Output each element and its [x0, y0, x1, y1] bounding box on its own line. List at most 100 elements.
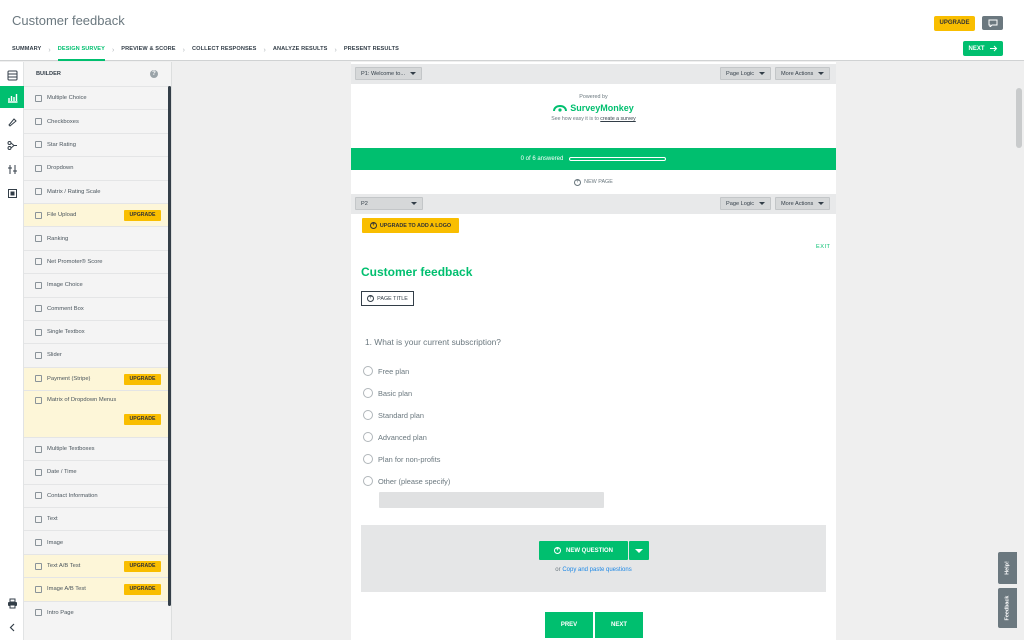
builder-item-label: Contact Information	[47, 492, 98, 499]
rail-print[interactable]	[0, 592, 24, 614]
builder-item[interactable]: Ranking	[24, 226, 171, 250]
radio-button[interactable]	[363, 410, 373, 420]
answer-option[interactable]: Plan for non-profits	[363, 453, 440, 465]
builder-item[interactable]: Intro Page	[24, 600, 171, 624]
tab-preview-score[interactable]: PREVIEW & SCORE	[121, 40, 175, 61]
copy-paste-link[interactable]: Copy and paste questions	[562, 567, 631, 573]
page2-selector-label: P2	[361, 200, 368, 207]
help-icon[interactable]: ?	[150, 70, 158, 78]
upgrade-badge[interactable]: UPGRADE	[124, 209, 161, 221]
question-type-icon	[35, 258, 42, 266]
new-question-button[interactable]: + NEW QUESTION	[539, 541, 628, 560]
other-specify-input[interactable]	[379, 492, 604, 508]
top-header: Customer feedback UPGRADE	[0, 0, 1024, 40]
question-type-icon	[35, 94, 42, 102]
chat-icon	[988, 19, 997, 27]
new-question-dropdown[interactable]	[629, 541, 649, 560]
radio-button[interactable]	[363, 476, 373, 486]
option-label: Basic plan	[378, 388, 413, 398]
page2-more-actions-button[interactable]: More Actions	[775, 197, 831, 210]
builder-item[interactable]: Dropdown	[24, 156, 171, 180]
exit-link[interactable]: EXIT	[816, 244, 830, 250]
survey-icon	[7, 70, 17, 80]
builder-item[interactable]: Star Rating	[24, 132, 171, 157]
rail-collapse[interactable]	[0, 616, 24, 638]
builder-item-label: Ranking	[47, 235, 69, 242]
rail-builder[interactable]	[0, 86, 24, 108]
builder-item[interactable]: Single Textbox	[24, 319, 171, 344]
page-scrollbar[interactable]	[1016, 88, 1022, 148]
help-tab-label: Help!	[1004, 561, 1011, 575]
builder-item[interactable]: Text	[24, 507, 171, 531]
builder-item[interactable]: Comment Box	[24, 296, 171, 320]
tab-collect-responses[interactable]: COLLECT RESPONSES	[192, 40, 256, 61]
feedback-tab[interactable]: Feedback	[998, 588, 1017, 628]
answer-option[interactable]: Free plan	[363, 365, 409, 377]
upgrade-badge[interactable]: UPGRADE	[124, 584, 161, 596]
page2-logic-button[interactable]: Page Logic	[720, 197, 771, 210]
next-button[interactable]: NEXT	[595, 612, 643, 638]
builder-item-label: Date / Time	[47, 469, 77, 476]
question-text[interactable]: 1. What is your current subscription?	[365, 337, 501, 347]
answer-option[interactable]: Other (please specify)	[363, 475, 450, 487]
survey-heading[interactable]: Customer feedback	[361, 265, 472, 279]
help-tab[interactable]: Help!	[998, 552, 1017, 584]
upgrade-badge[interactable]: UPGRADE	[124, 414, 161, 426]
nav-separator: ›	[263, 46, 266, 54]
tab-analyze-results[interactable]: ANALYZE RESULTS	[273, 40, 328, 61]
builder-item[interactable]: File Upload UPGRADE	[24, 202, 171, 227]
page1-selector[interactable]: P1: Welcome to...	[355, 67, 423, 80]
builder-item[interactable]: Matrix / Rating Scale	[24, 179, 171, 203]
upgrade-button[interactable]: UPGRADE	[934, 16, 975, 31]
builder-item[interactable]: Slider	[24, 343, 171, 367]
answer-option[interactable]: Standard plan	[363, 409, 424, 421]
next-step-button[interactable]: NEXT	[963, 41, 1003, 56]
builder-item[interactable]: Text A/B Test UPGRADE	[24, 553, 171, 578]
upgrade-badge[interactable]: UPGRADE	[124, 373, 161, 385]
question-type-icon	[35, 585, 42, 593]
tab-design-survey[interactable]: DESIGN SURVEY	[57, 40, 105, 61]
page2-selector[interactable]: P2	[355, 197, 423, 210]
builder-item[interactable]: Net Promoter® Score	[24, 249, 171, 274]
builder-item[interactable]: Image A/B Test UPGRADE	[24, 577, 171, 601]
radio-button[interactable]	[363, 388, 373, 398]
radio-button[interactable]	[363, 432, 373, 442]
page-title-button[interactable]: + PAGE TITLE	[361, 291, 414, 306]
page1-logic-button[interactable]: Page Logic	[720, 67, 771, 80]
builder-item[interactable]: Image Choice	[24, 273, 171, 297]
rail-logic[interactable]	[0, 134, 24, 156]
question-type-icon	[35, 188, 42, 196]
builder-scrollbar[interactable]	[168, 86, 171, 606]
builder-item[interactable]: Multiple Textboxes	[24, 436, 171, 461]
radio-button[interactable]	[363, 454, 373, 464]
builder-item[interactable]: Matrix of Dropdown Menus UPGRADE	[24, 390, 171, 437]
radio-button[interactable]	[363, 366, 373, 376]
new-page-button[interactable]: + NEW PAGE	[351, 174, 836, 190]
rail-options[interactable]	[0, 158, 24, 180]
answer-option[interactable]: Basic plan	[363, 387, 412, 399]
question-type-icon	[35, 445, 42, 453]
upgrade-badge[interactable]: UPGRADE	[124, 560, 161, 572]
rail-library[interactable]	[0, 182, 24, 204]
tab-summary[interactable]: SUMMARY	[12, 40, 41, 61]
rail-survey[interactable]	[0, 64, 24, 86]
builder-item[interactable]: Multiple Choice	[24, 86, 171, 110]
builder-item[interactable]: Date / Time	[24, 460, 171, 484]
question-type-icon	[35, 492, 42, 500]
builder-title: BUILDER	[36, 71, 61, 77]
builder-item-label: Multiple Textboxes	[47, 446, 95, 453]
tab-present-results[interactable]: PRESENT RESULTS	[344, 40, 399, 61]
builder-item[interactable]: Image	[24, 530, 171, 554]
page1-more-actions-button[interactable]: More Actions	[775, 67, 831, 80]
builder-item[interactable]: Payment (Stripe) UPGRADE	[24, 366, 171, 391]
builder-item[interactable]: Contact Information	[24, 483, 171, 508]
rail-design[interactable]	[0, 110, 24, 132]
create-survey-link[interactable]: create a survey	[600, 116, 635, 122]
prev-button[interactable]: PREV	[545, 612, 593, 638]
more-actions-label: More Actions	[781, 200, 814, 207]
builder-item-label: Net Promoter® Score	[47, 258, 103, 265]
chat-button[interactable]	[982, 16, 1003, 30]
upgrade-logo-button[interactable]: + UPGRADE TO ADD A LOGO	[362, 218, 459, 233]
answer-option[interactable]: Advanced plan	[363, 431, 427, 443]
builder-item[interactable]: Checkboxes	[24, 109, 171, 133]
